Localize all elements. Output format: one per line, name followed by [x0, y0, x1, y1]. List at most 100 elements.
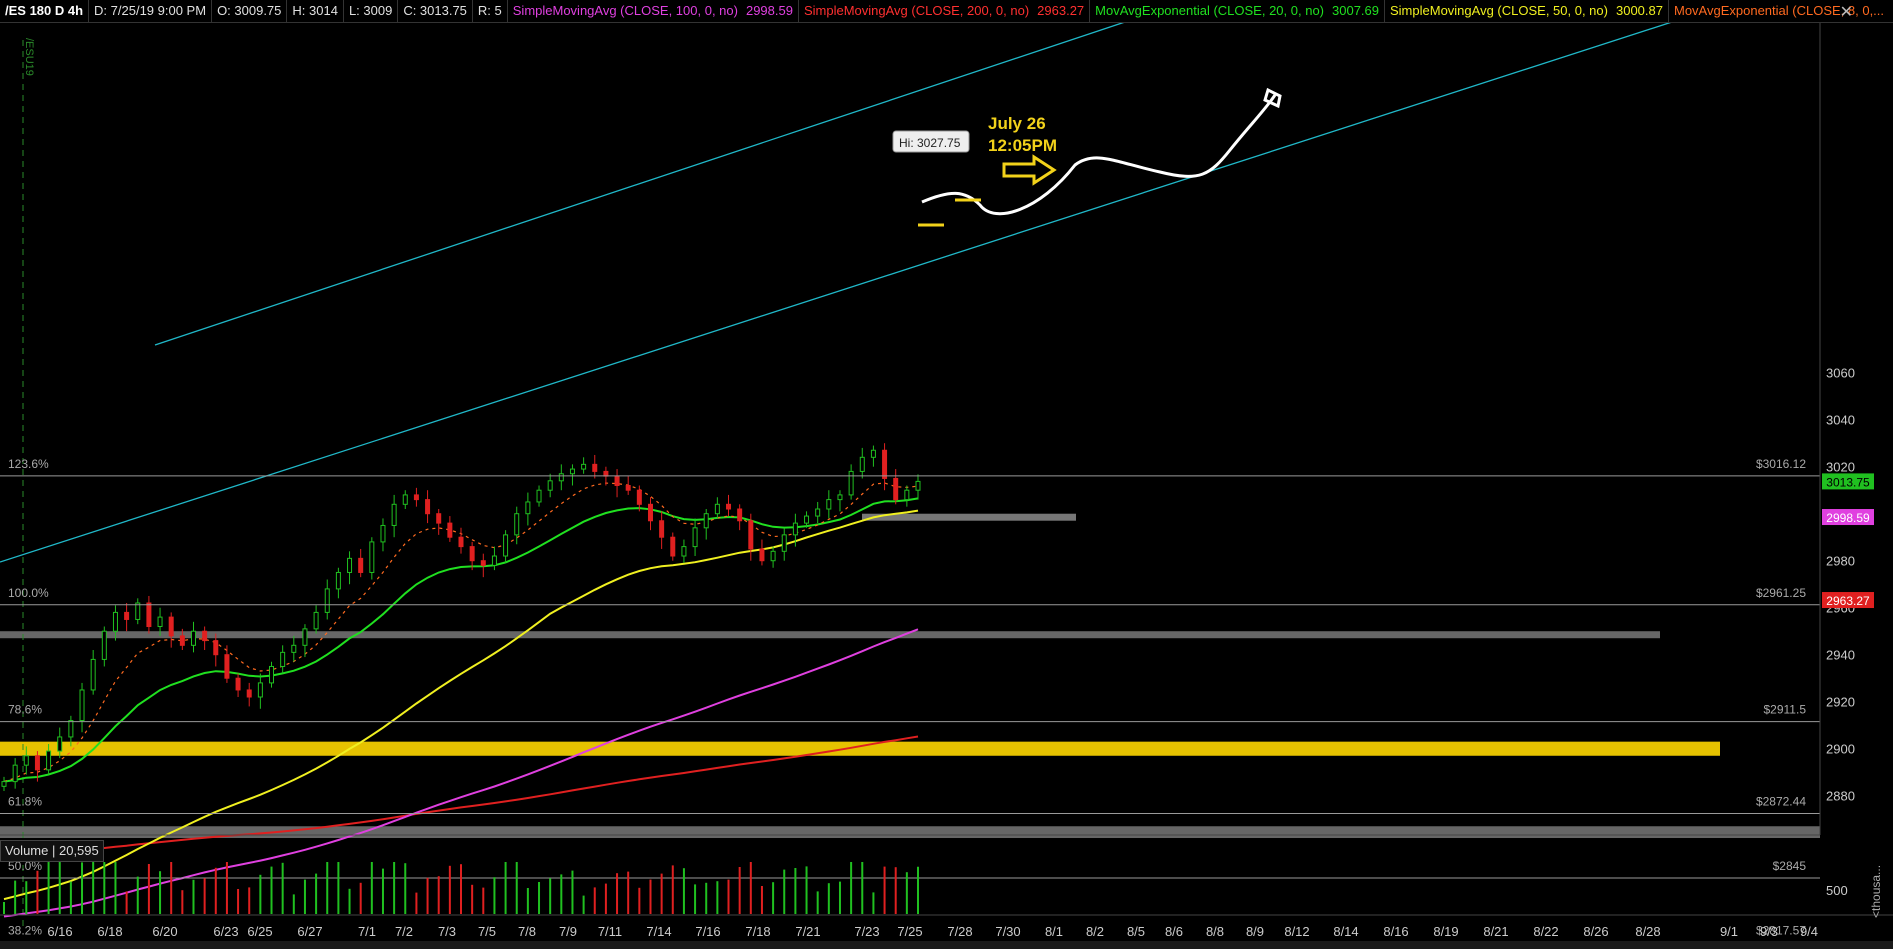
x-tick-label: 8/22	[1533, 924, 1558, 939]
x-tick-label: 7/14	[646, 924, 671, 939]
candle-body	[369, 541, 375, 573]
volume-bar	[460, 864, 462, 914]
price-badge-label: 2963.27	[1826, 594, 1870, 608]
candle-body	[101, 630, 107, 660]
volume-bar	[326, 862, 329, 914]
annotation-line2: 12:05PM	[988, 136, 1057, 155]
volume-bar	[426, 877, 429, 914]
candle-body	[23, 755, 29, 766]
y-tick-label: 2880	[1826, 789, 1855, 804]
price-chart[interactable]: 123.6% $3016.12 100.0% $2961.25 78.6% $2911.5…	[0, 0, 1893, 949]
candle-body	[413, 494, 419, 501]
close-label: C: 3013.75	[398, 0, 473, 22]
candle-body	[112, 611, 118, 632]
x-tick-label: 6/18	[97, 924, 122, 939]
low-label: L: 3009	[344, 0, 399, 22]
candle-body	[536, 489, 542, 503]
candle-body	[291, 644, 297, 653]
x-tick-label: 8/21	[1483, 924, 1508, 939]
candle-body	[692, 527, 698, 548]
candle-body	[213, 640, 219, 656]
candle-body	[436, 513, 442, 524]
volume-bar	[203, 878, 206, 914]
volume-bar	[816, 891, 819, 914]
volume-bar	[604, 883, 607, 914]
volume-bar	[248, 887, 251, 914]
volume-bar	[437, 876, 440, 914]
x-tick-label: 8/9	[1246, 924, 1264, 939]
volume-bar	[159, 871, 162, 914]
candle-body	[335, 571, 341, 590]
indicator-value: 3007.69	[1327, 0, 1385, 22]
candle-body	[380, 524, 386, 543]
volume-bar	[214, 867, 217, 914]
volume-bar	[47, 862, 50, 914]
volume-bar	[58, 862, 61, 914]
range-label: R: 5	[473, 0, 508, 22]
candle-body	[124, 611, 130, 620]
symbol-label[interactable]: /ES 180 D 4h	[0, 0, 90, 22]
candle-body	[525, 501, 531, 515]
x-tick-label: 8/2	[1086, 924, 1104, 939]
candle-body	[34, 755, 40, 771]
volume-bar	[883, 866, 886, 914]
volume-bar	[627, 871, 630, 914]
volume-bar	[415, 892, 418, 914]
candle-body	[168, 616, 174, 637]
volume-bar	[315, 873, 318, 914]
zone-2950	[0, 631, 1660, 639]
x-tick-label: 8/8	[1206, 924, 1224, 939]
x-tick-label: 6/27	[297, 924, 322, 939]
annotation-line1: July 26	[988, 114, 1046, 133]
x-tick-label: 7/2	[395, 924, 413, 939]
fib-pct-label: 123.6%	[8, 457, 49, 471]
candle-body	[915, 480, 921, 491]
candle-body	[324, 588, 330, 613]
candle-body	[302, 628, 308, 646]
candle-body	[659, 520, 665, 538]
volume-bar	[850, 862, 853, 914]
volume-bar	[749, 862, 752, 914]
candle-body	[670, 536, 676, 557]
candle-body	[246, 689, 252, 698]
y-tick-label: 2920	[1826, 695, 1855, 710]
channel-lower-line	[0, 21, 1673, 563]
volume-title: Volume	[5, 843, 49, 858]
candle-body	[826, 499, 832, 510]
x-tick-label: 6/20	[152, 924, 177, 939]
candle-body	[79, 689, 85, 722]
x-tick-label: 7/28	[947, 924, 972, 939]
volume-bar	[760, 886, 763, 914]
volume-bar	[638, 887, 641, 914]
volume-bar	[259, 874, 262, 914]
volume-bar	[125, 891, 128, 914]
x-tick-label: 9/3	[1760, 924, 1778, 939]
x-tick-label: 9/4	[1800, 924, 1818, 939]
candle-body	[647, 503, 653, 522]
candle-body	[759, 548, 765, 562]
close-icon[interactable]: ✕	[1840, 2, 1853, 22]
fib-pct-label: 78.6%	[8, 703, 42, 717]
volume-bar	[348, 888, 351, 914]
horizontal-scrollbar[interactable]	[0, 941, 1893, 949]
volume-bar	[292, 894, 295, 914]
candle-body	[480, 560, 486, 566]
candle-body	[726, 503, 732, 510]
volume-bar	[593, 887, 596, 914]
x-tick-label: 6/16	[47, 924, 72, 939]
volume-bar	[515, 862, 518, 914]
candle-body	[703, 513, 709, 529]
open-label: O: 3009.75	[212, 0, 288, 22]
y-tick-label: 2900	[1826, 742, 1855, 757]
high-label: H: 3014	[287, 0, 344, 22]
candle-body	[625, 485, 631, 491]
candle-body	[280, 651, 286, 667]
x-tick-label: 8/28	[1635, 924, 1660, 939]
x-tick-label: 7/11	[598, 924, 622, 939]
volume-bar	[838, 881, 841, 914]
hi-label: Hi: 3027.75	[899, 136, 961, 150]
fib-pct-label: 38.2%	[8, 923, 42, 937]
volume-bar	[270, 866, 273, 914]
x-tick-label: 9/1	[1720, 924, 1738, 939]
indicator-label: SimpleMovingAvg (CLOSE, 100, 0, no)	[512, 3, 738, 18]
